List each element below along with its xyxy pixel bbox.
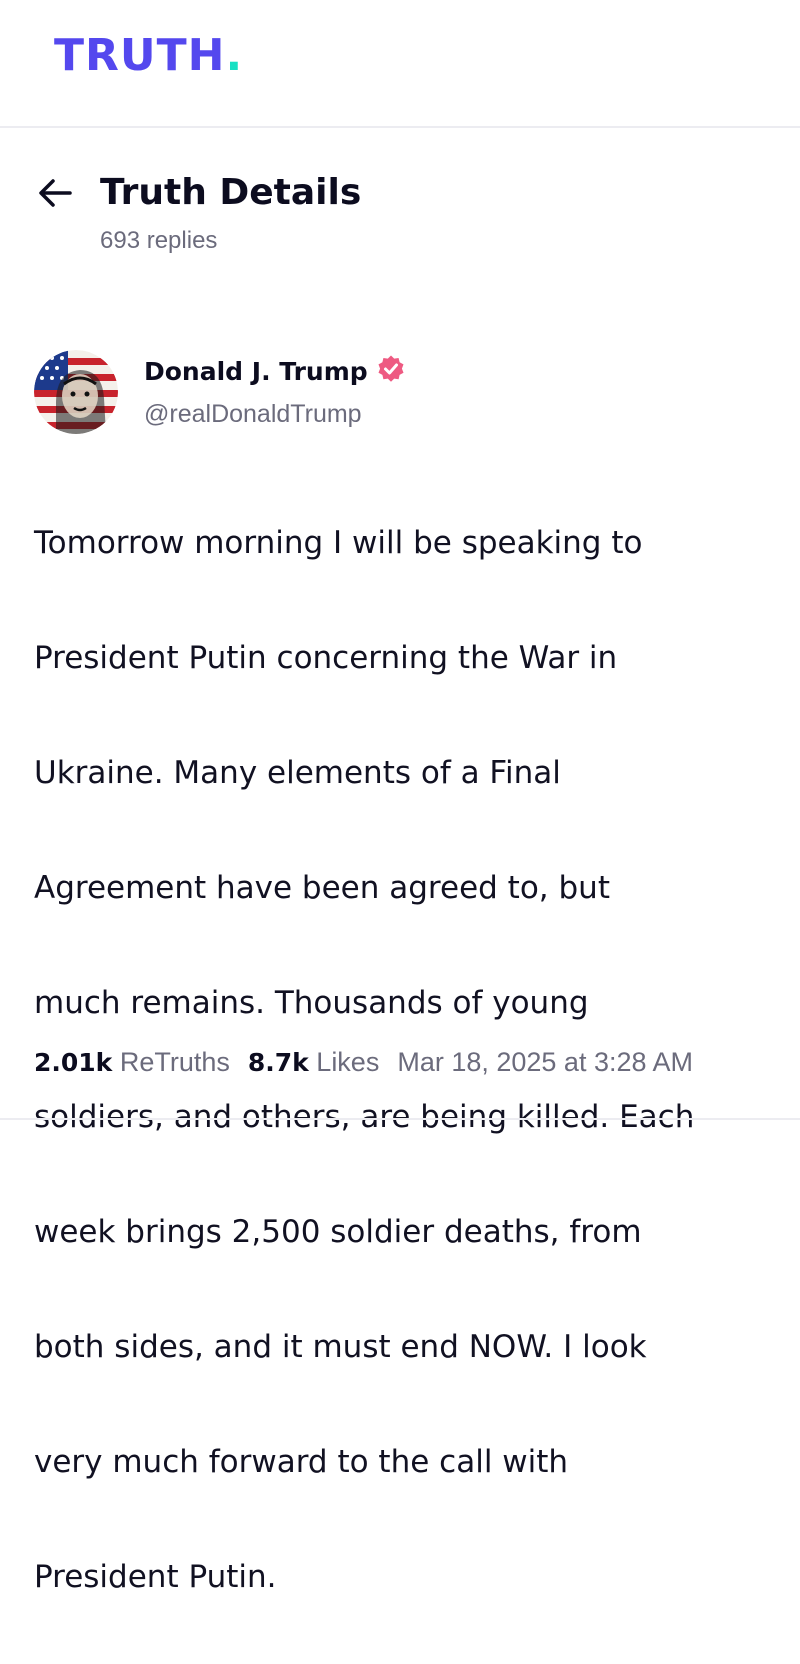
avatar[interactable]	[34, 350, 118, 434]
likes-stat[interactable]: 8.7k Likes	[248, 1042, 379, 1083]
arrow-left-icon	[36, 173, 76, 213]
verified-badge-icon	[376, 354, 406, 392]
post-line: both sides, and it must end NOW. I look	[34, 1329, 647, 1366]
post-stats: 2.01k ReTruths 8.7k Likes Mar 18, 2025 at …	[34, 1042, 784, 1083]
divider	[0, 1118, 800, 1120]
reply-count: 693 replies	[100, 227, 218, 254]
truth-logo[interactable]: TRUTH.	[54, 34, 243, 78]
post-line: Tomorrow morning I will be speaking to	[34, 525, 643, 562]
post-line: President Putin.	[34, 1558, 277, 1595]
post-timestamp: Mar 18, 2025 at 3:28 AM	[397, 1047, 694, 1077]
post-line: President Putin concerning the War in	[34, 640, 618, 677]
likes-count: 8.7k	[247, 1048, 309, 1077]
retruths-label: ReTruths	[119, 1047, 230, 1077]
page-title: Truth Details	[100, 172, 362, 213]
post-line: Agreement have been agreed to, but	[34, 869, 610, 906]
retruths-stat[interactable]: 2.01k ReTruths	[34, 1042, 230, 1083]
author-name[interactable]: Donald J. Trump	[144, 354, 406, 392]
top-bar: TRUTH.	[0, 0, 800, 128]
post-line: much remains. Thousands of young	[34, 984, 589, 1021]
post-line: very much forward to the call with	[34, 1443, 569, 1480]
likes-label: Likes	[316, 1047, 380, 1077]
retruths-count: 2.01k	[34, 1048, 113, 1077]
author-name-text: Donald J. Trump	[144, 357, 368, 386]
logo-text: TRUTH	[54, 30, 226, 81]
logo-dot: .	[225, 30, 244, 81]
back-button[interactable]	[36, 173, 76, 213]
author-handle[interactable]: @realDonaldTrump	[144, 400, 362, 429]
post-line: week brings 2,500 soldier deaths, from	[34, 1214, 642, 1251]
post-line: Ukraine. Many elements of a Final	[34, 755, 561, 792]
